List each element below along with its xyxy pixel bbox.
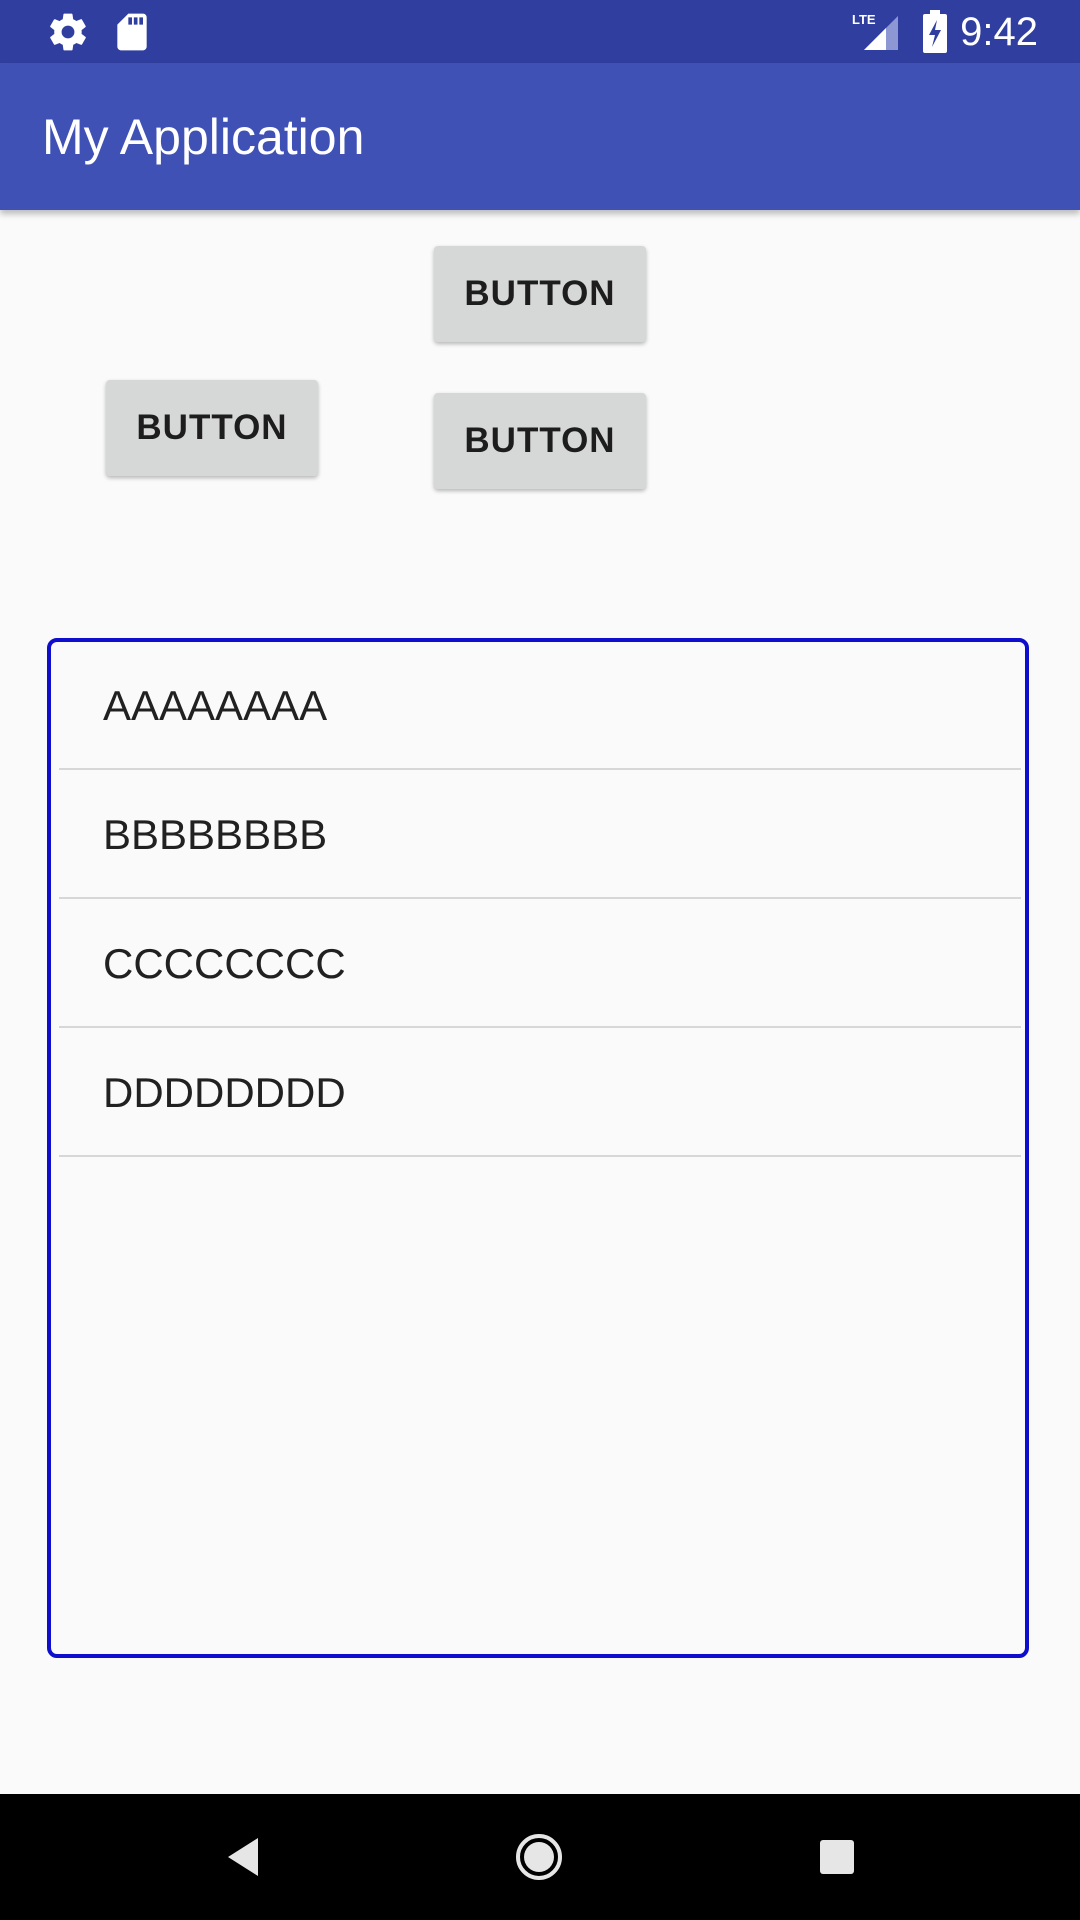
list-item-c[interactable]: CCCCCCCC: [59, 900, 1021, 1028]
list-item-label: BBBBBBBB: [103, 811, 328, 858]
app-bar: My Application: [0, 63, 1080, 210]
button-left[interactable]: BUTTON: [106, 380, 318, 476]
svg-text:LTE: LTE: [852, 12, 876, 27]
status-time: 9:42: [960, 10, 1038, 54]
list-view[interactable]: AAAAAAAA BBBBBBBB CCCCCCCC DDDDDDDD: [47, 638, 1029, 1658]
button-bottom-right[interactable]: BUTTON: [434, 393, 646, 489]
recents-icon[interactable]: [804, 1824, 870, 1890]
list-item-label: DDDDDDDD: [103, 1069, 346, 1116]
button-top-right[interactable]: BUTTON: [434, 246, 646, 342]
navigation-bar: [0, 1794, 1080, 1920]
app-title: My Application: [42, 109, 365, 165]
list-item-label: AAAAAAAA: [103, 682, 328, 729]
list-item-b[interactable]: BBBBBBBB: [59, 771, 1021, 899]
lte-signal-icon: LTE: [852, 10, 902, 54]
back-icon[interactable]: [210, 1824, 276, 1890]
settings-icon: [46, 10, 90, 54]
sd-card-icon: [110, 10, 154, 54]
list-item-label: CCCCCCCC: [103, 940, 346, 987]
battery-charging-icon: [920, 10, 950, 54]
status-bar: LTE 9:42: [0, 0, 1080, 63]
home-icon[interactable]: [506, 1824, 572, 1890]
list-item-d[interactable]: DDDDDDDD: [59, 1029, 1021, 1157]
list-item-a[interactable]: AAAAAAAA: [59, 642, 1021, 770]
